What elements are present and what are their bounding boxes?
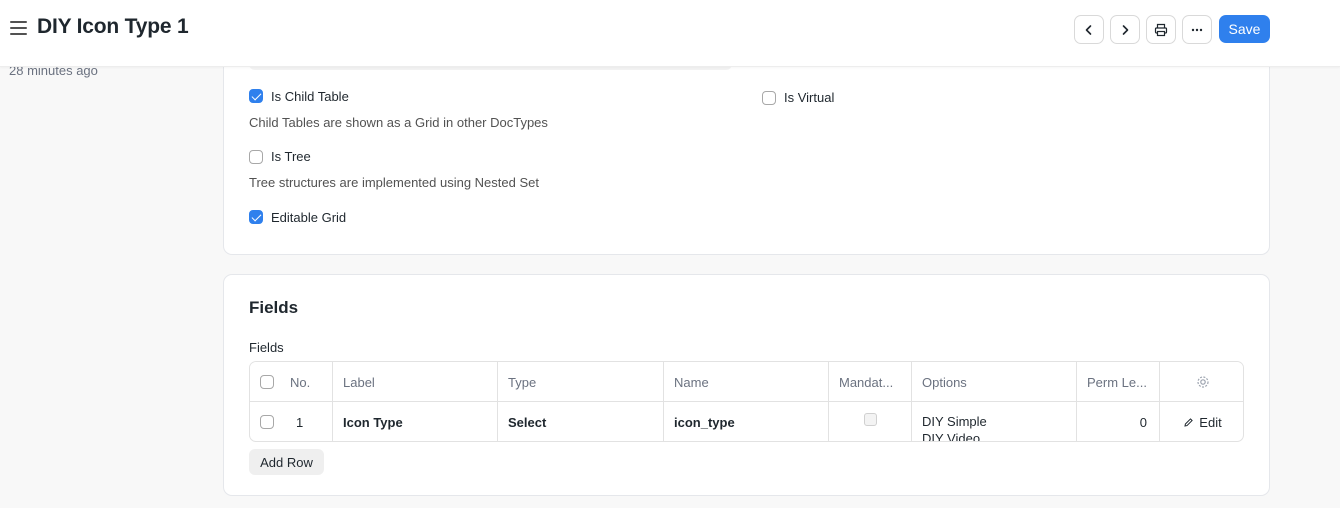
row-perm-level-cell[interactable]: 0 (1077, 402, 1160, 441)
edit-label: Edit (1199, 414, 1222, 430)
fields-table-label: Fields (249, 340, 284, 355)
column-header-no: No. (290, 374, 311, 390)
editable-grid-label: Editable Grid (271, 210, 347, 225)
column-header-name-cell: Name (664, 362, 829, 402)
option-item: DIY Simple (922, 414, 987, 429)
select-all-checkbox[interactable] (260, 375, 274, 389)
row-name-cell[interactable]: icon_type (664, 402, 829, 441)
column-header-perm-level-cell: Perm Le... (1077, 362, 1160, 402)
more-actions-button[interactable] (1182, 15, 1212, 44)
settings-card (223, 40, 1270, 255)
row-perm-level: 0 (1139, 414, 1147, 430)
menu-icon[interactable] (10, 21, 27, 36)
row-name: icon_type (674, 414, 735, 430)
more-horizontal-icon (1191, 28, 1203, 31)
chevron-left-icon (1085, 24, 1092, 35)
page-title: DIY Icon Type 1 (37, 15, 189, 38)
column-header-type: Type (508, 374, 537, 390)
is-virtual-checkbox[interactable] (762, 91, 776, 105)
pencil-icon (1184, 417, 1194, 427)
column-header-name: Name (674, 374, 709, 390)
column-header-label-cell: Label (333, 362, 498, 402)
table-header-row: No. Label Type Name Mandat... Options Pe… (250, 362, 1243, 402)
row-number: 1 (296, 414, 304, 430)
is-child-table-checkbox[interactable] (249, 89, 263, 103)
is-tree-label: Is Tree (271, 149, 311, 164)
row-mandatory-cell (829, 402, 912, 441)
row-label: Icon Type (343, 414, 403, 430)
chevron-right-icon (1122, 24, 1129, 35)
row-type: Select (508, 414, 547, 430)
editable-grid-checkbox[interactable] (249, 210, 263, 224)
column-header-perm-level: Perm Le... (1087, 374, 1147, 390)
row-select-cell: 1 (250, 402, 333, 441)
printer-icon (1154, 23, 1168, 36)
save-button[interactable]: Save (1219, 15, 1270, 43)
row-options-cell[interactable]: DIY Simple DIY Video (912, 402, 1077, 442)
previous-button[interactable] (1074, 15, 1104, 44)
is-virtual-label: Is Virtual (784, 90, 835, 105)
mandatory-checkbox[interactable] (863, 413, 877, 426)
table-row[interactable]: 1 Icon Type Select icon_type DIY Simple … (250, 402, 1243, 442)
row-label-cell[interactable]: Icon Type (333, 402, 498, 441)
column-header-options: Options (922, 374, 967, 390)
is-tree-checkbox[interactable] (249, 150, 263, 164)
section-title: Fields (249, 298, 299, 317)
is-tree-description: Tree structures are implemented using Ne… (249, 175, 539, 190)
row-edit-button[interactable]: Edit (1160, 402, 1243, 441)
add-row-button[interactable]: Add Row (249, 449, 324, 475)
fields-table: No. Label Type Name Mandat... Options Pe… (249, 361, 1244, 442)
column-header-mandatory-cell: Mandat... (829, 362, 912, 402)
page-header: DIY Icon Type 1 Save (0, 0, 1340, 67)
row-checkbox[interactable] (260, 415, 274, 429)
option-item: DIY Video (922, 431, 981, 442)
print-button[interactable] (1146, 15, 1176, 44)
next-button[interactable] (1110, 15, 1140, 44)
column-header-mandatory: Mandat... (839, 374, 894, 390)
row-type-cell[interactable]: Select (498, 402, 664, 441)
column-header-label: Label (343, 374, 375, 390)
select-all-cell: No. (250, 362, 333, 402)
column-header-options-cell: Options (912, 362, 1077, 402)
gear-icon[interactable] (1196, 375, 1210, 389)
is-child-table-label: Is Child Table (271, 89, 349, 104)
column-header-type-cell: Type (498, 362, 664, 402)
is-child-table-description: Child Tables are shown as a Grid in othe… (249, 115, 548, 130)
column-settings-cell (1160, 362, 1243, 402)
